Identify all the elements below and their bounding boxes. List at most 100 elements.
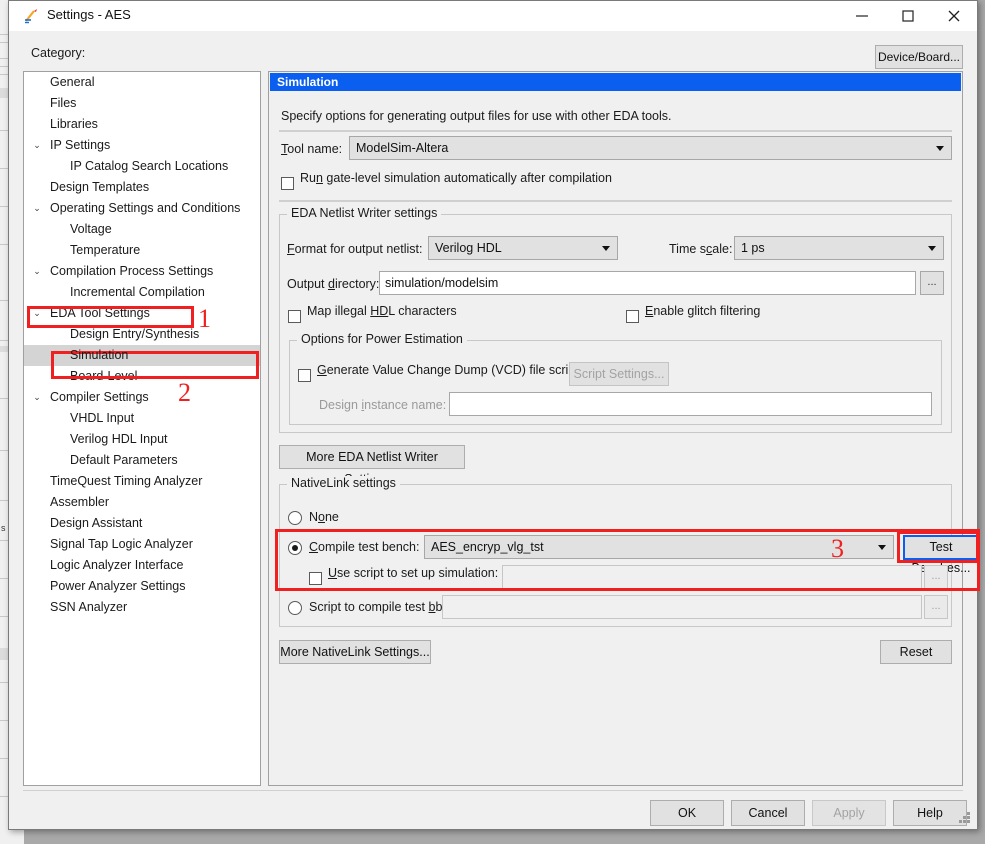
simulation-settings-panel: Simulation Specify options for generatin… xyxy=(268,71,979,786)
tree-item-incremental-compilation[interactable]: Incremental Compilation xyxy=(24,282,260,303)
tree-item-label: Default Parameters xyxy=(70,453,178,467)
tree-item-ip-catalog-search-locations[interactable]: IP Catalog Search Locations xyxy=(24,156,260,177)
tree-item-design-entry-synthesis[interactable]: Design Entry/Synthesis xyxy=(24,324,260,345)
vcd-rest: enerate Value Change Dump (VCD) file scr… xyxy=(326,363,579,377)
tool-name-combobox[interactable]: ModelSim-Altera xyxy=(349,136,952,160)
map-illegal-rest: L characters xyxy=(388,304,457,318)
tree-item-label: Design Entry/Synthesis xyxy=(70,327,200,341)
test-benches-button[interactable]: Test Benches... xyxy=(903,535,979,575)
enable-glitch-filtering-checkbox[interactable] xyxy=(626,310,639,323)
tree-item-eda-tool-settings[interactable]: ⌄ EDA Tool Settings xyxy=(24,303,260,324)
design-instance-input[interactable] xyxy=(449,392,932,416)
compile-testbench-combobox[interactable]: AES_encryp_vlg_tst xyxy=(424,535,894,559)
tree-item-general[interactable]: General xyxy=(24,72,260,93)
chevron-down-icon[interactable]: ⌄ xyxy=(30,198,44,219)
help-button[interactable]: Help xyxy=(893,800,967,826)
tree-item-compiler-settings[interactable]: ⌄ Compiler Settings xyxy=(24,387,260,408)
tree-item-label: Compilation Process Settings xyxy=(50,264,214,278)
tree-item-label: Incremental Compilation xyxy=(70,285,205,299)
chevron-down-icon[interactable]: ⌄ xyxy=(30,261,44,282)
chevron-down-icon xyxy=(936,146,944,151)
tree-item-label: Compiler Settings xyxy=(50,390,149,404)
more-eda-netlist-settings-button[interactable]: More EDA Netlist Writer Settings... xyxy=(279,445,465,486)
close-icon[interactable] xyxy=(931,1,977,31)
output-directory-input[interactable]: simulation/modelsim xyxy=(379,271,916,295)
tree-item-voltage[interactable]: Voltage xyxy=(24,219,260,240)
tree-item-power-analyzer-settings[interactable]: Power Analyzer Settings xyxy=(24,576,260,597)
tool-name-label: Tool name: xyxy=(281,142,343,156)
annotation-number-3: 3 xyxy=(831,534,844,563)
chevron-down-icon[interactable]: ⌄ xyxy=(30,387,44,408)
nativelink-group-title: NativeLink settings xyxy=(287,476,400,490)
window-title: Settings - AES xyxy=(47,7,131,22)
more-nativelink-settings-button[interactable]: More NativeLink Settings... xyxy=(279,640,431,664)
chevron-down-icon[interactable]: ⌄ xyxy=(30,135,44,156)
tree-item-timequest-timing-analyzer[interactable]: TimeQuest Timing Analyzer xyxy=(24,471,260,492)
tree-item-temperature[interactable]: Temperature xyxy=(24,240,260,261)
nativelink-none-label: None xyxy=(309,510,339,524)
generate-vcd-checkbox[interactable] xyxy=(298,369,311,382)
tree-item-assembler[interactable]: Assembler xyxy=(24,492,260,513)
title-bar[interactable]: Settings - AES xyxy=(9,1,977,31)
use-script-input[interactable] xyxy=(502,565,922,589)
tree-item-label: TimeQuest Timing Analyzer xyxy=(50,474,203,488)
eda-netlist-writer-group-title: EDA Netlist Writer settings xyxy=(287,206,442,220)
chevron-down-icon[interactable]: ⌄ xyxy=(30,303,44,324)
output-directory-browse-button[interactable]: ... xyxy=(920,271,944,295)
tree-item-libraries[interactable]: Libraries xyxy=(24,114,260,135)
apply-button[interactable]: Apply xyxy=(812,800,886,826)
maximize-icon[interactable] xyxy=(885,1,931,31)
tree-item-label: Simulation xyxy=(70,348,129,362)
script-settings-button[interactable]: Script Settings... xyxy=(569,362,669,386)
map-illegal-hdl-checkbox[interactable] xyxy=(288,310,301,323)
timescale-combobox[interactable]: 1 ps xyxy=(734,236,944,260)
tree-item-label: EDA Tool Settings xyxy=(50,306,150,320)
ok-button[interactable]: OK xyxy=(650,800,724,826)
tree-item-logic-analyzer-interface[interactable]: Logic Analyzer Interface xyxy=(24,555,260,576)
tree-item-label: Voltage xyxy=(70,222,112,236)
tool-name-value: ModelSim-Altera xyxy=(356,141,449,155)
chevron-down-icon xyxy=(928,246,936,251)
tree-item-signal-tap-logic-analyzer[interactable]: Signal Tap Logic Analyzer xyxy=(24,534,260,555)
settings-dialog: Settings - AES Category: Device/Board...… xyxy=(8,0,980,830)
format-netlist-value: Verilog HDL xyxy=(435,241,502,255)
tree-item-label: Files xyxy=(50,96,77,110)
use-script-rest: se script to set up simulation: xyxy=(337,566,499,580)
device-board-button[interactable]: Device/Board... xyxy=(875,45,963,69)
tree-item-design-templates[interactable]: Design Templates xyxy=(24,177,260,198)
tree-item-label: Signal Tap Logic Analyzer xyxy=(50,537,193,551)
minimize-icon[interactable] xyxy=(839,1,885,31)
quartus-pencil-icon xyxy=(23,7,41,25)
use-script-checkbox[interactable] xyxy=(309,572,322,585)
tree-item-default-parameters[interactable]: Default Parameters xyxy=(24,450,260,471)
power-estimation-group-title: Options for Power Estimation xyxy=(297,332,467,346)
tree-item-verilog-hdl-input[interactable]: Verilog HDL Input xyxy=(24,429,260,450)
script-compile-testbench-radio[interactable] xyxy=(288,601,302,615)
tree-item-files[interactable]: Files xyxy=(24,93,260,114)
tree-item-label: Assembler xyxy=(50,495,110,509)
tree-item-board-level[interactable]: Board-Level xyxy=(24,366,260,387)
reset-button[interactable]: Reset xyxy=(880,640,952,664)
reset-rest: eset xyxy=(908,645,933,659)
run-gatelevel-checkbox[interactable] xyxy=(281,177,294,190)
cancel-button[interactable]: Cancel xyxy=(731,800,805,826)
tree-item-ssn-analyzer[interactable]: SSN Analyzer xyxy=(24,597,260,618)
tree-item-compilation-process-settings[interactable]: ⌄ Compilation Process Settings xyxy=(24,261,260,282)
chevron-down-icon xyxy=(602,246,610,251)
tree-item-design-assistant[interactable]: Design Assistant xyxy=(24,513,260,534)
tree-item-vhdl-input[interactable]: VHDL Input xyxy=(24,408,260,429)
tree-item-ip-settings[interactable]: ⌄ IP Settings xyxy=(24,135,260,156)
nativelink-none-radio[interactable] xyxy=(288,511,302,525)
format-netlist-combobox[interactable]: Verilog HDL xyxy=(428,236,618,260)
compile-testbench-radio[interactable] xyxy=(288,541,302,555)
script-compile-browse-button[interactable]: ... xyxy=(924,595,948,619)
resize-grip[interactable] xyxy=(959,812,971,824)
tree-item-simulation[interactable]: Simulation xyxy=(24,345,260,366)
category-tree[interactable]: General Files Libraries ⌄ IP Settings IP Cata… xyxy=(23,71,261,786)
panel-description: Specify options for generating output fi… xyxy=(281,109,672,123)
compile-tb-rest: ompile test bench: xyxy=(318,540,420,554)
use-script-browse-button[interactable]: ... xyxy=(924,565,948,589)
tree-item-operating-settings-and-conditions[interactable]: ⌄ Operating Settings and Conditions xyxy=(24,198,260,219)
script-compile-input[interactable] xyxy=(442,595,922,619)
enable-glitch-filtering-label: Enable glitch filtering xyxy=(645,304,761,318)
